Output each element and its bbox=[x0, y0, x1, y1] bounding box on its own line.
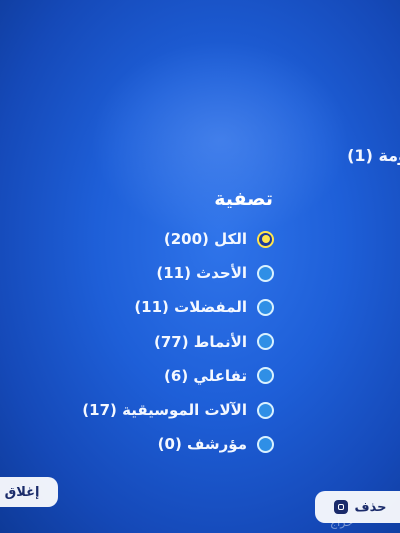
delete-button-label: حذف bbox=[354, 499, 387, 515]
radio-icon[interactable] bbox=[257, 435, 274, 453]
filter-option-label: المفضلات (11) bbox=[134, 298, 247, 317]
radio-icon[interactable] bbox=[257, 298, 274, 316]
filter-option-favorites[interactable]: المفضلات (11) bbox=[14, 290, 274, 324]
radio-icon[interactable] bbox=[257, 264, 274, 282]
radio-icon[interactable] bbox=[257, 230, 274, 248]
filter-title: تصفية bbox=[214, 188, 273, 210]
watermark: حراج bbox=[330, 516, 354, 529]
filter-option-label: الآلات الموسيقية (17) bbox=[82, 401, 247, 420]
close-button[interactable]: إغلاق bbox=[0, 477, 58, 507]
square-button-icon bbox=[333, 500, 348, 514]
filter-option-interactive[interactable]: تفاعلي (6) bbox=[14, 359, 274, 393]
filter-option-label: الكل (200) bbox=[163, 230, 247, 249]
filter-options-list: الكل (200) الأحدث (11) المفضلات (11) الأ… bbox=[14, 222, 274, 461]
cropped-header-text: ومة (1) bbox=[347, 146, 400, 165]
filter-option-patterns[interactable]: الأنماط (77) bbox=[14, 325, 274, 359]
filter-option-label: الأحدث (11) bbox=[156, 264, 247, 283]
filter-option-label: مؤرشف (0) bbox=[157, 435, 247, 454]
filter-option-label: تفاعلي (6) bbox=[164, 366, 247, 385]
filter-option-label: الأنماط (77) bbox=[153, 332, 247, 351]
background-glow bbox=[90, 40, 350, 240]
filter-option-archived[interactable]: مؤرشف (0) bbox=[14, 427, 274, 461]
radio-icon[interactable] bbox=[257, 367, 274, 385]
filter-option-all[interactable]: الكل (200) bbox=[14, 222, 274, 256]
close-button-label: إغلاق bbox=[4, 484, 40, 500]
filter-option-instruments[interactable]: الآلات الموسيقية (17) bbox=[14, 393, 274, 427]
radio-icon[interactable] bbox=[257, 401, 274, 419]
filter-option-newest[interactable]: الأحدث (11) bbox=[14, 256, 274, 290]
delete-button[interactable]: حذف bbox=[315, 491, 400, 523]
radio-icon[interactable] bbox=[257, 333, 274, 351]
